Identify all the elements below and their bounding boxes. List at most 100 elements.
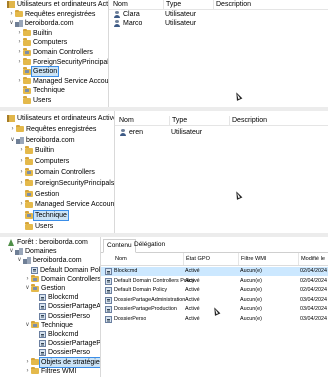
gpo-wmi-filter: Aucun(e) — [240, 287, 262, 294]
chevron-right-icon[interactable]: › — [24, 358, 31, 367]
list-item[interactable]: Marco Utilisateur — [109, 19, 328, 28]
tree-node[interactable]: ›Objets de stratégie de groupe — [24, 356, 100, 368]
chevron-right-icon[interactable]: › — [18, 200, 25, 209]
column-header-description[interactable]: Description — [229, 116, 267, 125]
chevron-right-icon[interactable]: › — [16, 48, 23, 57]
chevron-down-icon[interactable]: ∨ — [24, 284, 31, 293]
ou-icon — [25, 189, 33, 198]
gpo-name: Default Domain Controllers Policy — [114, 277, 195, 284]
tree-node[interactable]: › Managed Service Accounts — [18, 200, 114, 209]
tree-node[interactable]: Gestion — [18, 189, 59, 199]
tree-node[interactable]: ∨ Domaines — [8, 247, 57, 256]
tree-node[interactable]: › Builtin — [18, 146, 54, 155]
table-header: Nom État GPO Filtre WMI Modifié le — [101, 253, 328, 266]
chevron-right-icon[interactable]: › — [18, 146, 25, 155]
chevron-down-icon[interactable]: ∨ — [24, 321, 31, 330]
tab-delegation[interactable]: Délégation — [131, 239, 168, 251]
table-row[interactable]: Default Domain Controllers Policy Activé A… — [101, 277, 328, 286]
table-row[interactable]: Default Domain Policy Activé Aucun(e) 02/04… — [101, 286, 328, 295]
tree-node[interactable]: Default Domain Policy — [24, 266, 100, 275]
gpo-icon — [105, 277, 112, 285]
gpo-name: DossierPerso — [114, 316, 147, 322]
gpo-icon — [105, 316, 112, 323]
tree-node[interactable]: › Domain Controllers — [16, 48, 93, 57]
list-item[interactable]: eren Utilisateur — [115, 128, 328, 137]
tree-node[interactable]: Forêt : beroiborda.com — [0, 238, 88, 247]
column-header-description[interactable]: Description — [213, 0, 251, 9]
gpo-icon — [105, 306, 112, 314]
tree-node[interactable]: ∨ Gestion — [24, 284, 65, 293]
chevron-down-icon[interactable]: ∨ — [9, 136, 16, 145]
tree-node[interactable]: › ForeignSecurityPrincipals — [18, 178, 114, 188]
column-header-type[interactable]: Type — [163, 0, 181, 9]
tree-node[interactable]: DossierPerso — [32, 312, 90, 321]
chevron-right-icon[interactable]: › — [18, 179, 25, 188]
user-type: Utilisateur — [165, 11, 197, 18]
tree-node[interactable]: › Builtin — [16, 28, 52, 38]
tree-node[interactable]: Users — [16, 96, 51, 105]
gpo-table: Nom État GPO Filtre WMI Modifié le Block… — [101, 253, 328, 377]
tree-node[interactable]: DossierPartageProduction — [32, 339, 100, 348]
chevron-right-icon[interactable]: › — [16, 77, 23, 86]
tree-node-label: Technique — [33, 210, 69, 222]
column-header-name[interactable]: Nom — [115, 253, 127, 265]
mouse-cursor-icon — [233, 91, 243, 101]
chevron-right-icon[interactable]: › — [16, 58, 23, 67]
tree-node[interactable]: ∨ beroiborda.com — [8, 19, 74, 28]
chevron-right-icon[interactable]: › — [9, 125, 16, 134]
tree-node[interactable]: › Computers — [18, 157, 69, 166]
gpo-icon — [31, 266, 38, 274]
chevron-right-icon[interactable]: › — [16, 29, 23, 38]
chevron-down-icon[interactable]: ∨ — [8, 247, 15, 256]
tree-node[interactable]: ∨ beroiborda.com — [9, 136, 75, 145]
table-row[interactable]: Blockcmd Activé Aucun(e) 02/04/2024 — [101, 267, 328, 276]
tree-node[interactable]: › Managed Service Accounts — [16, 76, 108, 86]
object-list: Nom Type Description eren Utilisateur — [115, 111, 328, 233]
gpo-name: Blockcmd — [114, 268, 138, 274]
table-row[interactable]: DossierPartageAdministration Activé Aucun(… — [101, 296, 328, 305]
gpo-icon — [105, 296, 112, 304]
tree-node[interactable]: › ForeignSecurityPrincipals — [16, 57, 108, 67]
ou-icon — [31, 284, 39, 292]
tree-node[interactable]: Utilisateurs et ordinateurs Active Direc… — [0, 0, 108, 9]
chevron-right-icon[interactable]: › — [24, 275, 31, 284]
chevron-down-icon[interactable]: ∨ — [16, 256, 23, 265]
tree-node[interactable]: ∨ Technique — [24, 320, 73, 330]
tree-node[interactable]: Gestion — [16, 66, 60, 78]
column-header-gpo-state[interactable]: État GPO — [183, 253, 210, 265]
table-row[interactable]: DossierPerso Activé Aucun(e) 03/04/2024 — [101, 315, 328, 324]
tree-node[interactable]: › Domain Controllers — [18, 168, 95, 177]
chevron-right-icon[interactable]: › — [16, 38, 23, 47]
chevron-right-icon[interactable]: › — [18, 168, 25, 177]
column-header-modified[interactable]: Modifié le — [298, 253, 325, 265]
list-item[interactable]: Clara Utilisateur — [109, 10, 328, 19]
tree-node[interactable]: ∨ beroiborda.com — [16, 256, 82, 265]
column-header-wmi-filter[interactable]: Filtre WMI — [238, 253, 266, 265]
gpo-modified: 03/04/2024 — [300, 316, 327, 322]
chevron-right-icon[interactable]: › — [24, 367, 31, 376]
gpo-wmi-filter: Aucun(e) — [240, 306, 262, 313]
column-header-name[interactable]: Nom — [113, 0, 128, 9]
tree-node-label: Domain Controllers — [33, 49, 93, 56]
ou-icon — [31, 274, 39, 283]
chevron-right-icon[interactable]: › — [8, 10, 15, 19]
tree-node[interactable]: › Requêtes enregistrées — [8, 9, 95, 19]
tree-node[interactable]: Blockcmd — [32, 293, 78, 302]
tree-node[interactable]: › Requêtes enregistrées — [9, 124, 97, 134]
tree-node[interactable]: Blockcmd — [32, 330, 78, 339]
column-header-name[interactable]: Nom — [119, 116, 134, 125]
gpo-modified: 02/04/2024 — [300, 287, 327, 294]
tree-node[interactable]: Technique — [18, 210, 69, 222]
tree-node[interactable]: › Filtres WMI — [24, 366, 76, 376]
chevron-right-icon[interactable]: › — [18, 157, 25, 166]
tree-node[interactable]: Technique — [16, 86, 65, 95]
tree-node[interactable]: DossierPartageAdministration — [32, 302, 100, 311]
tree-node[interactable]: Utilisateurs et ordinateurs Active Direc… — [0, 114, 114, 123]
chevron-down-icon[interactable]: ∨ — [8, 19, 15, 28]
tree-node[interactable]: Users — [18, 222, 53, 231]
tree-node-label: Requêtes enregistrées — [26, 125, 97, 133]
domain-icon — [15, 248, 23, 256]
tree-node[interactable]: › Domain Controllers — [24, 274, 100, 284]
tree-node[interactable]: › Computers — [16, 38, 67, 47]
column-header-type[interactable]: Type — [169, 116, 187, 125]
